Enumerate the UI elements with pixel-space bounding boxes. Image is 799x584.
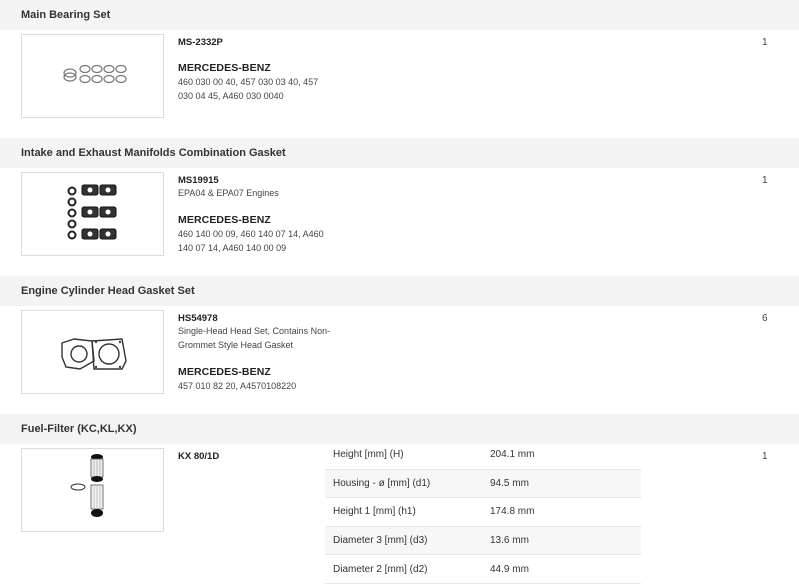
part-number-link[interactable]: KX 80/1D <box>178 451 219 462</box>
spec-row: Housing - ø [mm] (d1) 94.5 mm <box>325 469 641 499</box>
quantity: 1 <box>762 451 768 462</box>
quantity: 1 <box>762 37 768 48</box>
spec-label: Diameter 3 [mm] (d3) <box>325 526 482 556</box>
brand-name: MERCEDES-BENZ <box>178 214 271 226</box>
oe-numbers: 457 010 82 20, A4570108220 <box>178 381 297 391</box>
spec-row: Height 1 [mm] (h1) 174.8 mm <box>325 497 641 527</box>
spec-value: 204.1 mm <box>482 441 641 470</box>
spec-label: Diameter 2 [mm] (d2) <box>325 554 482 584</box>
spec-value: 13.6 mm <box>482 526 641 556</box>
product-image[interactable] <box>21 310 164 394</box>
section-title: Engine Cylinder Head Gasket Set <box>0 276 799 306</box>
oe-numbers: 460 140 00 09, 460 140 07 14, A460 140 0… <box>178 229 324 253</box>
spec-label: Housing - ø [mm] (d1) <box>325 469 482 499</box>
section-head-gasket-set: Engine Cylinder Head Gasket Set HS54978 … <box>0 276 799 414</box>
product-image[interactable] <box>21 34 164 118</box>
spec-value: 44.9 mm <box>482 554 641 584</box>
brand-name: MERCEDES-BENZ <box>178 366 271 378</box>
quantity: 1 <box>762 175 768 186</box>
brand-name: MERCEDES-BENZ <box>178 62 271 74</box>
product-image[interactable] <box>21 448 164 532</box>
section-title: Main Bearing Set <box>0 0 799 30</box>
spec-row: Diameter 2 [mm] (d2) 44.9 mm <box>325 554 641 584</box>
product-image[interactable] <box>21 172 164 256</box>
spec-label: Height [mm] (H) <box>325 441 482 470</box>
spec-value: 94.5 mm <box>482 469 641 499</box>
oe-numbers: 460 030 00 40, 457 030 03 40, 457 030 04… <box>178 77 319 101</box>
section-manifold-gasket: Intake and Exhaust Manifolds Combination… <box>0 138 799 276</box>
section-fuel-filter: Fuel-Filter (KC,KL,KX) KX 80/1D Height [… <box>0 414 799 584</box>
spec-row: Diameter 3 [mm] (d3) 13.6 mm <box>325 526 641 556</box>
spec-label: Height 1 [mm] (h1) <box>325 497 482 527</box>
part-description: Single-Head Head Set, Contains Non-Gromm… <box>178 326 331 350</box>
section-title: Intake and Exhaust Manifolds Combination… <box>0 138 799 168</box>
section-title: Fuel-Filter (KC,KL,KX) <box>0 414 799 444</box>
spec-value: 174.8 mm <box>482 497 641 527</box>
part-number-link[interactable]: MS19915 <box>178 175 219 186</box>
part-number-link[interactable]: MS-2332P <box>178 37 223 48</box>
spec-row: Height [mm] (H) 204.1 mm <box>325 441 641 470</box>
part-description: EPA04 & EPA07 Engines <box>178 188 279 198</box>
section-main-bearing-set: Main Bearing Set MS-2332P MERCEDES-BENZ … <box>0 0 799 138</box>
spec-table: Height [mm] (H) 204.1 mm Housing - ø [mm… <box>325 441 641 584</box>
quantity: 6 <box>762 313 768 324</box>
part-number-link[interactable]: HS54978 <box>178 313 218 324</box>
